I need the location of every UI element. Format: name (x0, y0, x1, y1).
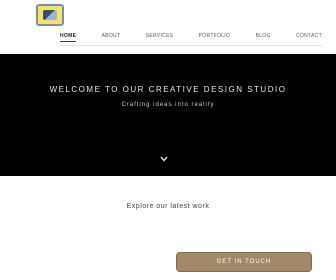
chevron-down-icon[interactable] (159, 154, 169, 164)
get-in-touch-button[interactable]: Get in touch (176, 252, 312, 272)
site-header: Home About Services Portfolio Blog Conta… (0, 0, 336, 52)
logo[interactable] (36, 4, 64, 26)
nav-item-services[interactable]: Services (146, 33, 174, 41)
logo-icon (43, 10, 57, 20)
hero-subtitle: Crafting ideas into reality (121, 102, 215, 108)
hero-title: Welcome to our creative design studio (49, 85, 287, 94)
nav-item-contact[interactable]: Contact (296, 33, 322, 41)
hero-banner: Welcome to our creative design studio Cr… (0, 54, 336, 176)
nav-item-home[interactable]: Home (60, 33, 77, 42)
nav-divider (60, 45, 322, 46)
section-tagline: Explore our latest work (126, 203, 210, 210)
nav-item-portfolio[interactable]: Portfolio (199, 33, 231, 41)
main-nav: Home About Services Portfolio Blog Conta… (60, 31, 322, 43)
nav-item-blog[interactable]: Blog (256, 33, 271, 41)
nav-item-about[interactable]: About (102, 33, 121, 41)
